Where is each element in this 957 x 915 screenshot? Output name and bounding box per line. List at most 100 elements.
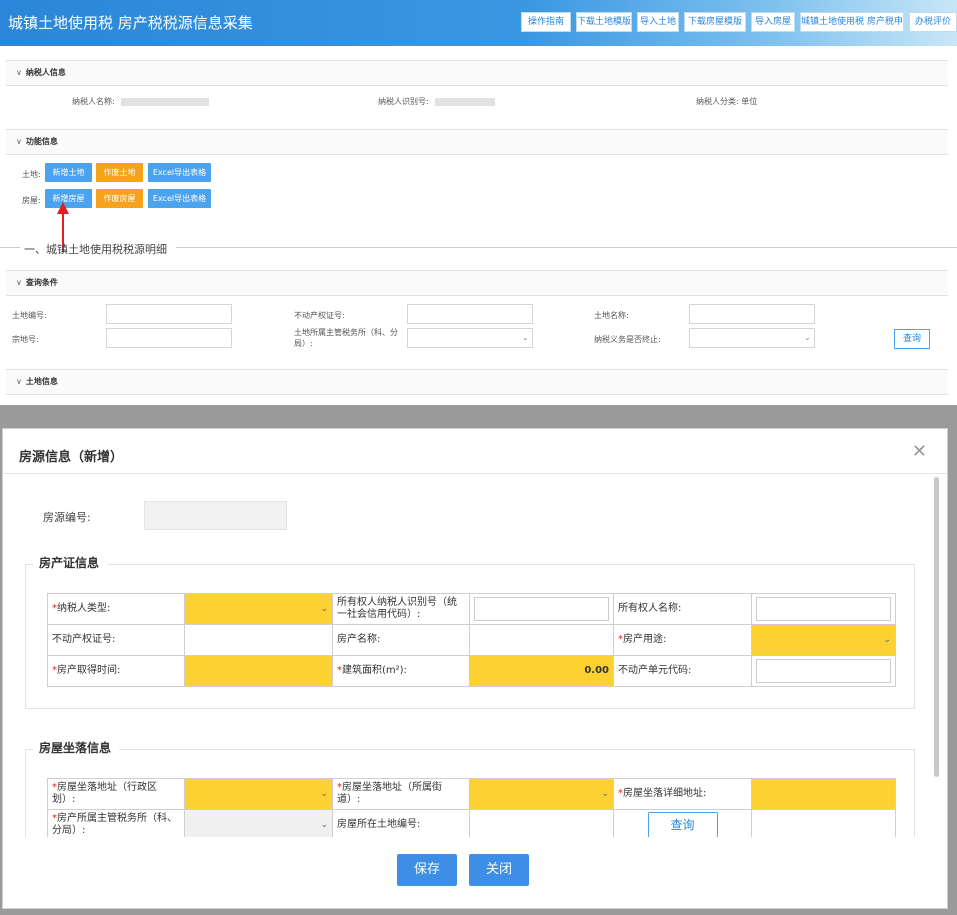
building-area-label: *建筑面积(m²):	[332, 655, 470, 687]
query-section-header[interactable]: ∨ 查询条件	[6, 270, 948, 296]
save-button[interactable]: 保存	[397, 854, 457, 886]
cert-table: *纳税人类型: ⌄ 所有权人纳税人识别号（统一社会信用代码）: 所有权人名称: …	[47, 593, 896, 687]
chevron-down-icon: ⌄	[320, 604, 328, 614]
modal-divider	[3, 473, 947, 474]
chevron-down-icon: ∨	[16, 377, 22, 386]
land-info-section-title: 土地信息	[25, 377, 58, 386]
header-button-import-house[interactable]: 导入房屋	[751, 12, 795, 32]
land-name-label: 土地名称:	[594, 311, 629, 320]
land-no-input[interactable]	[469, 809, 614, 841]
taxpayer-type-select[interactable]: ⌄	[184, 593, 333, 625]
void-house-button[interactable]: 作废房屋	[96, 189, 143, 208]
land-query-button[interactable]: 查询	[647, 812, 718, 838]
chevron-down-icon: ∨	[16, 278, 22, 287]
property-use-label: *房产用途:	[613, 624, 752, 656]
chevron-down-icon: ∨	[16, 137, 22, 146]
acquire-time-label: *房产取得时间:	[47, 655, 185, 687]
source-no-input	[144, 501, 287, 530]
unit-code-input[interactable]	[756, 659, 891, 683]
export-land-excel-button[interactable]: Excel导出表格	[148, 163, 211, 182]
taxpayer-id-label: 纳税人识别号:	[378, 97, 429, 106]
parcel-no-label: 宗地号:	[12, 335, 39, 344]
chevron-down-icon: ⌄	[804, 333, 811, 342]
close-icon[interactable]: ✕	[912, 441, 927, 462]
owner-id-cell[interactable]	[469, 593, 614, 625]
building-area-input[interactable]: 0.00	[469, 655, 614, 687]
chevron-down-icon: ∨	[16, 68, 22, 77]
tax-office-select[interactable]	[407, 328, 533, 348]
owner-name-input[interactable]	[756, 597, 891, 621]
chevron-down-icon: ⌄	[601, 789, 609, 799]
acquire-time-input[interactable]	[184, 655, 333, 687]
taxpayer-name-label: 纳税人名称:	[72, 97, 115, 106]
divider-line-right	[176, 247, 957, 248]
taxpayer-category-label: 纳税人分类:	[696, 97, 739, 106]
export-house-excel-button[interactable]: Excel导出表格	[148, 189, 211, 208]
street-label: *房屋坐落地址（所属街道）:	[332, 778, 470, 810]
house-source-modal: 房源信息（新增） ✕ 房源编号: 房产证信息 *纳税人类型: ⌄ 所有权人纳税人…	[2, 428, 948, 909]
divider-line-left	[0, 247, 20, 248]
taxpayer-section-header[interactable]: ∨ 纳税人信息	[6, 60, 948, 86]
query-section-title: 查询条件	[25, 278, 58, 287]
house-tax-office-label: *房产所属主管税务所（科、分局）:	[47, 809, 185, 841]
header-button-download-land-template[interactable]: 下载土地模版	[576, 12, 632, 32]
district-label: *房屋坐落地址（行政区划）:	[47, 778, 185, 810]
header-button-import-land[interactable]: 导入土地	[637, 12, 679, 32]
land-info-section-header[interactable]: ∨ 土地信息	[6, 369, 948, 395]
house-tax-office-select[interactable]: ⌄	[184, 809, 333, 841]
land-tax-section-title: 一、城镇土地使用税税源明细	[24, 243, 167, 256]
tax-office-label: 土地所属主管税务所（科、分局）:	[294, 328, 398, 348]
cert-no-label: 不动产权证号:	[294, 311, 345, 320]
header-button-evaluation[interactable]: 办税评价	[909, 12, 957, 32]
header-button-download-house-template[interactable]: 下载房屋模版	[684, 12, 746, 32]
void-land-button[interactable]: 作废土地	[96, 163, 143, 182]
owner-name-cell[interactable]	[751, 593, 896, 625]
page: 城镇土地使用税 房产税税源信息采集 操作指南 下载土地模版 导入土地 下载房屋模…	[0, 0, 957, 915]
app-title: 城镇土地使用税 房产税税源信息采集	[8, 14, 253, 32]
chevron-down-icon: ⌄	[320, 789, 328, 799]
header-button-tax-declaration[interactable]: 城镇土地使用税 房产税申报	[800, 12, 904, 32]
detail-address-label: *房屋坐落详细地址:	[613, 778, 752, 810]
parcel-no-input[interactable]	[106, 328, 232, 348]
terminated-select[interactable]	[689, 328, 815, 348]
house-row-label: 房屋:	[22, 196, 41, 205]
functions-section-title: 功能信息	[25, 137, 58, 146]
owner-name-label: 所有权人名称:	[613, 593, 752, 625]
unit-code-cell[interactable]	[751, 655, 896, 687]
owner-id-input[interactable]	[474, 597, 609, 621]
redacted-id	[434, 97, 495, 106]
property-name-label: 房产名称:	[332, 624, 470, 656]
modal-scrollbar[interactable]	[934, 477, 939, 777]
source-no-label: 房源编号:	[43, 511, 91, 524]
district-select[interactable]: ⌄	[184, 778, 333, 810]
land-no-input[interactable]	[106, 304, 232, 324]
add-land-button[interactable]: 新增土地	[45, 163, 92, 182]
table-row: *房屋坐落地址（行政区划）: ⌄ *房屋坐落地址（所属街道）: ⌄ *房屋坐落详…	[47, 778, 896, 810]
taxpayer-name-field: 纳税人名称:	[72, 96, 209, 107]
property-name-input[interactable]	[469, 624, 614, 656]
taxpayer-type-label: *纳税人类型:	[47, 593, 185, 625]
land-no-label: 土地编号:	[12, 311, 47, 320]
detail-address-input[interactable]	[751, 778, 896, 810]
table-row: *房产取得时间: *建筑面积(m²): 0.00 不动产单元代码:	[47, 655, 896, 687]
cert-no-input[interactable]	[407, 304, 533, 324]
close-button[interactable]: 关闭	[469, 854, 529, 886]
street-select[interactable]: ⌄	[469, 778, 614, 810]
cert-no-label: 不动产权证号:	[47, 624, 185, 656]
app-header: 城镇土地使用税 房产税税源信息采集 操作指南 下载土地模版 导入土地 下载房屋模…	[0, 0, 957, 46]
location-section-title: 房屋坐落信息	[33, 739, 120, 756]
chevron-down-icon: ⌄	[522, 333, 529, 342]
query-button[interactable]: 查询	[894, 329, 930, 349]
taxpayer-category-value: 单位	[741, 97, 758, 106]
land-name-input[interactable]	[689, 304, 815, 324]
functions-section-header[interactable]: ∨ 功能信息	[6, 129, 948, 155]
chevron-down-icon: ⌄	[883, 635, 891, 645]
terminated-label: 纳税义务是否终止:	[594, 335, 661, 344]
extra-cell	[751, 809, 896, 841]
unit-code-label: 不动产单元代码:	[613, 655, 752, 687]
header-button-guide[interactable]: 操作指南	[521, 12, 571, 32]
cert-no-input[interactable]	[184, 624, 333, 656]
land-no-label: 房屋所在土地编号:	[332, 809, 470, 841]
property-use-select[interactable]: ⌄	[751, 624, 896, 656]
modal-title: 房源信息（新增）	[19, 450, 124, 465]
